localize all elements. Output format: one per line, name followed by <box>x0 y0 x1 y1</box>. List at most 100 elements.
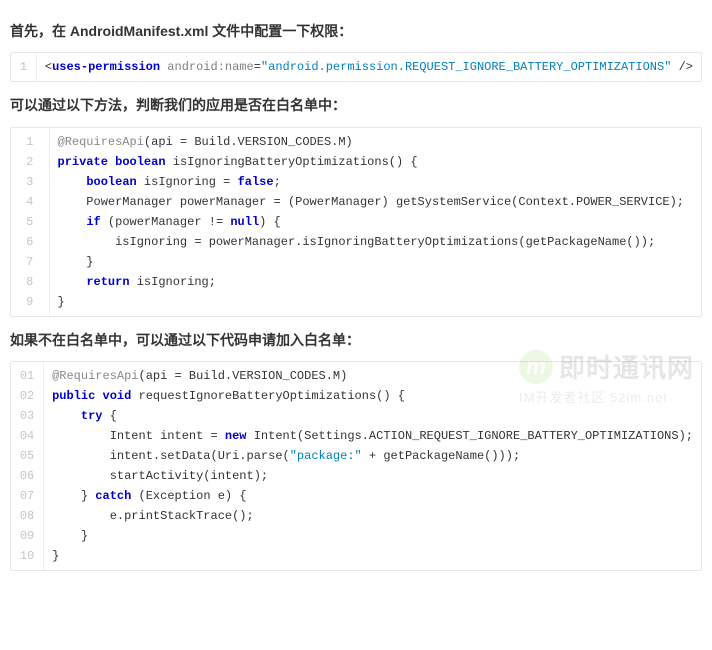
code-token: + getPackageName())); <box>362 449 520 463</box>
code-line: isIgnoring = powerManager.isIgnoringBatt… <box>58 232 694 252</box>
code-token: try <box>81 409 103 423</box>
line-number-gutter: 123456789 <box>11 128 49 316</box>
code-token: false <box>238 175 274 189</box>
code-token: private <box>58 155 108 169</box>
code-token <box>58 215 87 229</box>
code-line: @RequiresApi(api = Build.VERSION_CODES.M… <box>52 366 693 386</box>
code-token: } <box>52 549 59 563</box>
line-number: 08 <box>11 506 43 526</box>
code-line: return isIgnoring; <box>58 272 694 292</box>
code-line: } <box>52 526 693 546</box>
line-number: 8 <box>11 272 49 292</box>
heading-text-pre: 可以通过以下方法，判断我们的应用是否在白名单中： <box>10 97 346 113</box>
line-number: 06 <box>11 466 43 486</box>
line-number-gutter: 01020304050607080910 <box>11 362 44 570</box>
line-number: 09 <box>11 526 43 546</box>
code-token: ) { <box>259 215 281 229</box>
code-token: public <box>52 389 95 403</box>
code-token <box>58 275 87 289</box>
code-line: } catch (Exception e) { <box>52 486 693 506</box>
line-number: 7 <box>11 252 49 272</box>
section-heading: 如果不在白名单中，可以通过以下代码申请加入白名单： <box>10 329 702 351</box>
code-token: < <box>45 60 52 74</box>
code-token: return <box>86 275 129 289</box>
code-line: PowerManager powerManager = (PowerManage… <box>58 192 694 212</box>
code-token: /> <box>679 60 693 74</box>
line-number: 05 <box>11 446 43 466</box>
code-line: boolean isIgnoring = false; <box>58 172 694 192</box>
code-token: "android.permission.REQUEST_IGNORE_BATTE… <box>261 60 671 74</box>
code-line: @RequiresApi(api = Build.VERSION_CODES.M… <box>58 132 694 152</box>
code-line: intent.setData(Uri.parse("package:" + ge… <box>52 446 693 466</box>
code-block: 01020304050607080910 @RequiresApi(api = B… <box>10 361 702 571</box>
code-token: uses-permission <box>52 60 160 74</box>
code-line: e.printStackTrace(); <box>52 506 693 526</box>
line-number: 01 <box>11 366 43 386</box>
section-heading: 可以通过以下方法，判断我们的应用是否在白名单中： <box>10 94 702 116</box>
line-number: 04 <box>11 426 43 446</box>
code-token: } <box>52 489 95 503</box>
code-token: PowerManager powerManager = (PowerManage… <box>58 195 685 209</box>
code-token <box>95 389 102 403</box>
code-line: } <box>58 252 694 272</box>
code-line: } <box>58 292 694 312</box>
code-content: @RequiresApi(api = Build.VERSION_CODES.M… <box>49 128 701 316</box>
code-token: e.printStackTrace(); <box>52 509 254 523</box>
line-number-gutter: 1 <box>11 53 36 81</box>
code-token: intent.setData(Uri.parse( <box>52 449 290 463</box>
code-content: @RequiresApi(api = Build.VERSION_CODES.M… <box>44 362 701 570</box>
code-token: (powerManager != <box>101 215 231 229</box>
code-token: @RequiresApi <box>58 135 144 149</box>
code-block: 123456789 @RequiresApi(api = Build.VERSIO… <box>10 127 702 317</box>
code-token: isIgnoring; <box>130 275 216 289</box>
line-number: 4 <box>11 192 49 212</box>
line-number: 1 <box>11 57 36 77</box>
code-token: "package:" <box>290 449 362 463</box>
code-token: } <box>58 295 65 309</box>
code-token <box>671 60 678 74</box>
code-token: { <box>103 409 117 423</box>
line-number: 3 <box>11 172 49 192</box>
line-number: 1 <box>11 132 49 152</box>
line-number: 07 <box>11 486 43 506</box>
line-number: 5 <box>11 212 49 232</box>
code-content: <uses-permission android:name="android.p… <box>36 53 701 81</box>
heading-text-pre: 首先，在 <box>10 23 70 39</box>
code-token: boolean <box>115 155 165 169</box>
code-token: (api = Build.VERSION_CODES.M) <box>139 369 348 383</box>
line-number: 03 <box>11 406 43 426</box>
code-token: isIgnoring = powerManager.isIgnoringBatt… <box>58 235 656 249</box>
line-number: 02 <box>11 386 43 406</box>
code-token: null <box>230 215 259 229</box>
code-token: ; <box>274 175 281 189</box>
code-token: boolean <box>86 175 136 189</box>
heading-text-pre: 如果不在白名单中，可以通过以下代码申请加入白名单： <box>10 332 360 348</box>
line-number: 6 <box>11 232 49 252</box>
code-token: } <box>52 529 88 543</box>
code-line: if (powerManager != null) { <box>58 212 694 232</box>
line-number: 2 <box>11 152 49 172</box>
code-token <box>58 175 87 189</box>
code-token: void <box>103 389 132 403</box>
code-line: startActivity(intent); <box>52 466 693 486</box>
code-token: android:name <box>167 60 253 74</box>
line-number: 10 <box>11 546 43 566</box>
code-line: public void requestIgnoreBatteryOptimiza… <box>52 386 693 406</box>
code-token: Intent intent = <box>52 429 225 443</box>
code-line: try { <box>52 406 693 426</box>
code-line: Intent intent = new Intent(Settings.ACTI… <box>52 426 693 446</box>
code-line: } <box>52 546 693 566</box>
section-heading: 首先，在 AndroidManifest.xml 文件中配置一下权限： <box>10 20 702 42</box>
heading-text-post: 文件中配置一下权限： <box>208 23 352 39</box>
code-token: isIgnoring = <box>137 175 238 189</box>
code-token: catch <box>95 489 131 503</box>
code-token: if <box>86 215 100 229</box>
code-block: 1 <uses-permission android:name="android.… <box>10 52 702 82</box>
code-line: <uses-permission android:name="android.p… <box>45 57 693 77</box>
code-token: requestIgnoreBatteryOptimizations() { <box>131 389 405 403</box>
line-number: 9 <box>11 292 49 312</box>
code-token: startActivity(intent); <box>52 469 268 483</box>
code-token: = <box>254 60 261 74</box>
code-token: @RequiresApi <box>52 369 138 383</box>
code-token: (api = Build.VERSION_CODES.M) <box>144 135 353 149</box>
